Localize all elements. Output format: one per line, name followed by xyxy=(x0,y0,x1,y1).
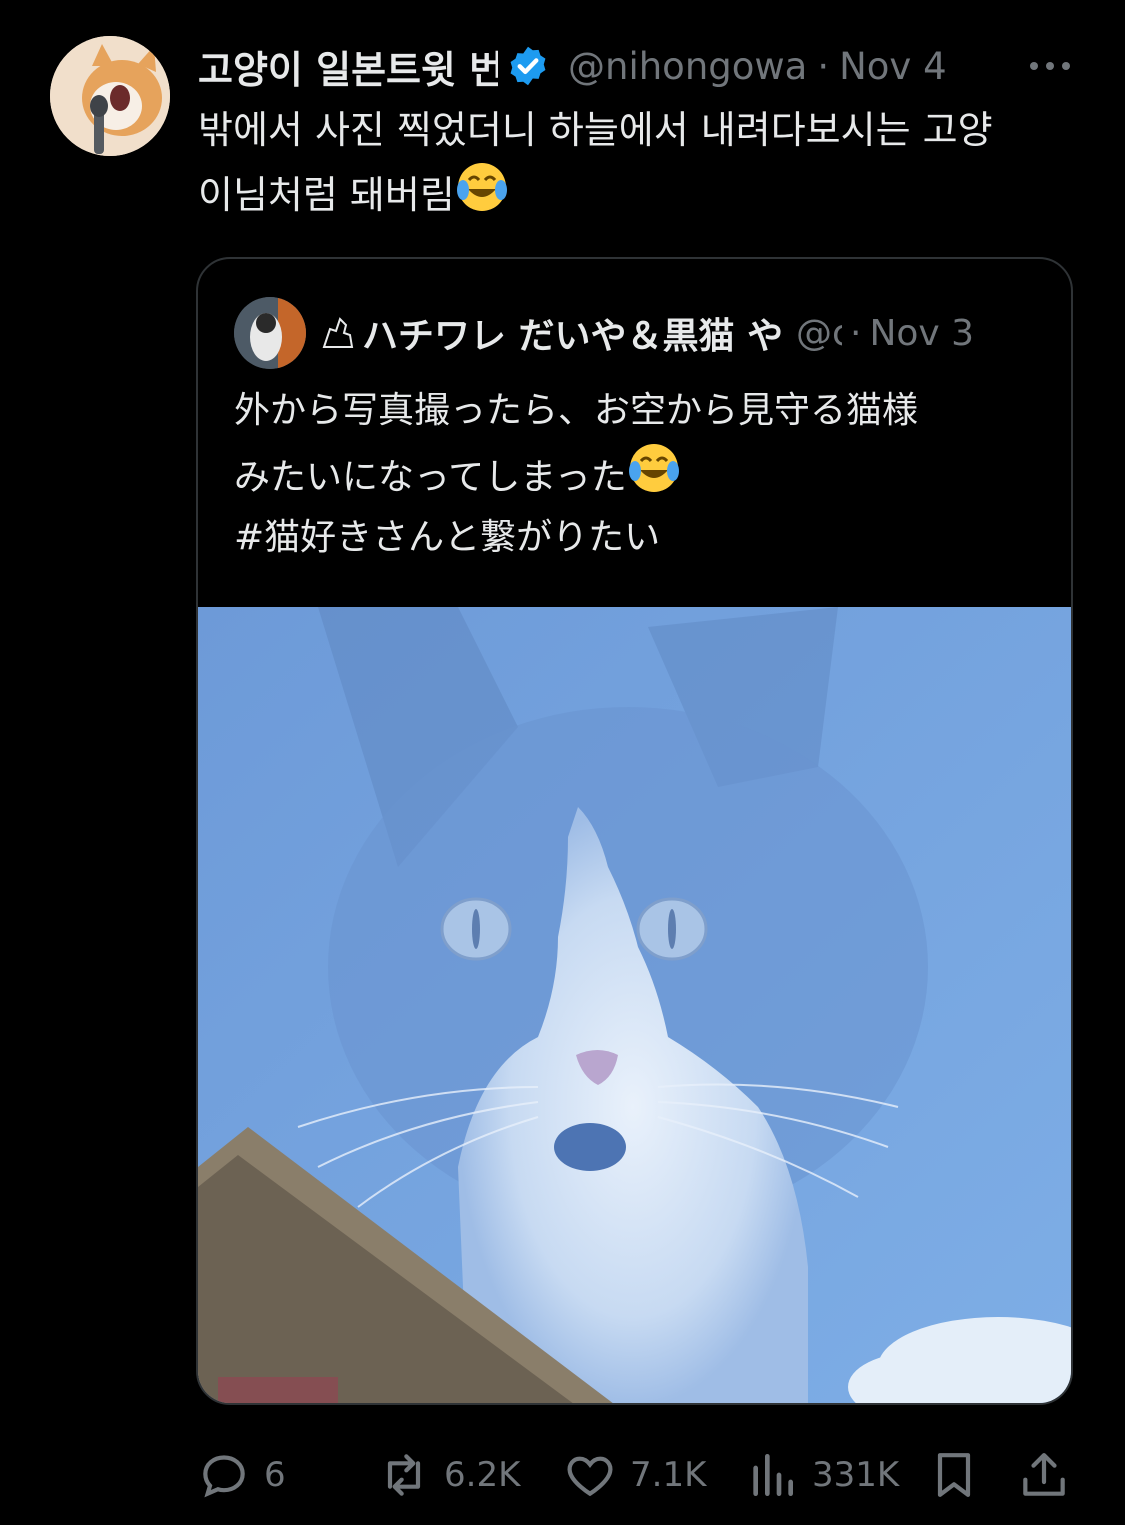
like-count: 7.1K xyxy=(630,1455,707,1495)
quoted-text-line: みたいになってしまった xyxy=(234,441,1054,508)
separator-dot: · xyxy=(817,44,830,88)
more-icon xyxy=(1030,62,1070,70)
quoted-avatar-image xyxy=(234,297,306,369)
reply-icon xyxy=(203,1455,245,1498)
quoted-tweet-card[interactable]: ハチワレ だいや＆黒猫 や @c · Nov 3 外から写真撮ったら、お空から見… xyxy=(196,257,1073,1405)
dog-icon xyxy=(322,317,354,348)
tweet-header: 고양이 일본트윗 번역 @nihongowa · Nov 4 xyxy=(198,38,1078,94)
author-display-name[interactable]: 고양이 일본트윗 번역 xyxy=(198,39,498,94)
more-options-button[interactable] xyxy=(1022,38,1078,94)
hashtag-link[interactable]: #猫好きさんと繋がりたい xyxy=(234,508,1054,568)
like-icon xyxy=(567,1456,613,1497)
repost-count: 6.2K xyxy=(444,1455,521,1495)
quoted-text-line: 外から写真撮ったら、お空から見守る猫様 xyxy=(234,390,919,431)
quoted-tweet-text: 外から写真撮ったら、お空から見守る猫様 みたいになってしまった #猫好きさんと繋… xyxy=(234,381,1054,568)
tweet-date[interactable]: Nov 4 xyxy=(839,45,947,88)
reply-count: 6 xyxy=(264,1455,286,1495)
share-button[interactable] xyxy=(1016,1440,1072,1510)
tweet-text-line-content: 이님처럼 돼버림 xyxy=(198,173,455,217)
tweet-text: 밖에서 사진 찍었더니 하늘에서 내려다보시는 고양 이님처럼 돼버림 xyxy=(198,100,1078,225)
tears-of-joy-emoji-icon xyxy=(456,163,507,211)
like-button[interactable]: 7.1K xyxy=(562,1440,706,1510)
reply-button[interactable]: 6 xyxy=(196,1440,286,1510)
quoted-tweet-header: ハチワレ だいや＆黒猫 や @c · Nov 3 xyxy=(234,297,1044,369)
quoted-author-avatar[interactable] xyxy=(234,297,306,369)
repost-button[interactable]: 6.2K xyxy=(376,1440,520,1510)
author-avatar[interactable] xyxy=(50,36,170,156)
views-icon xyxy=(753,1454,793,1496)
author-handle[interactable]: @nihongowa xyxy=(568,45,807,88)
quoted-author-handle[interactable]: @c xyxy=(796,313,842,354)
repost-icon xyxy=(387,1454,421,1496)
verified-badge-icon xyxy=(510,46,546,86)
tweet-action-bar: 6 6.2K 7.1K 331K xyxy=(196,1440,1076,1510)
cat-in-sky-photo xyxy=(198,607,1071,1403)
tears-of-joy-emoji-icon xyxy=(628,444,679,492)
views-count: 331K xyxy=(812,1455,900,1495)
bookmark-button[interactable] xyxy=(926,1440,982,1510)
quoted-tweet-photo[interactable] xyxy=(198,607,1071,1403)
quoted-text-line-content: みたいになってしまった xyxy=(234,457,627,498)
views-button[interactable]: 331K xyxy=(744,1440,899,1510)
quoted-tweet-date[interactable]: Nov 3 xyxy=(869,313,974,354)
separator-dot: · xyxy=(850,312,862,354)
tweet-text-line: 밖에서 사진 찍었더니 하늘에서 내려다보시는 고양 xyxy=(198,108,993,152)
tweet-text-line: 이님처럼 돼버림 xyxy=(198,160,1078,225)
share-icon xyxy=(1023,1453,1065,1496)
bookmark-icon xyxy=(937,1453,971,1497)
avatar-cat-image xyxy=(50,36,170,156)
quoted-author-display-name[interactable]: ハチワレ だいや＆黒猫 や xyxy=(362,307,782,359)
